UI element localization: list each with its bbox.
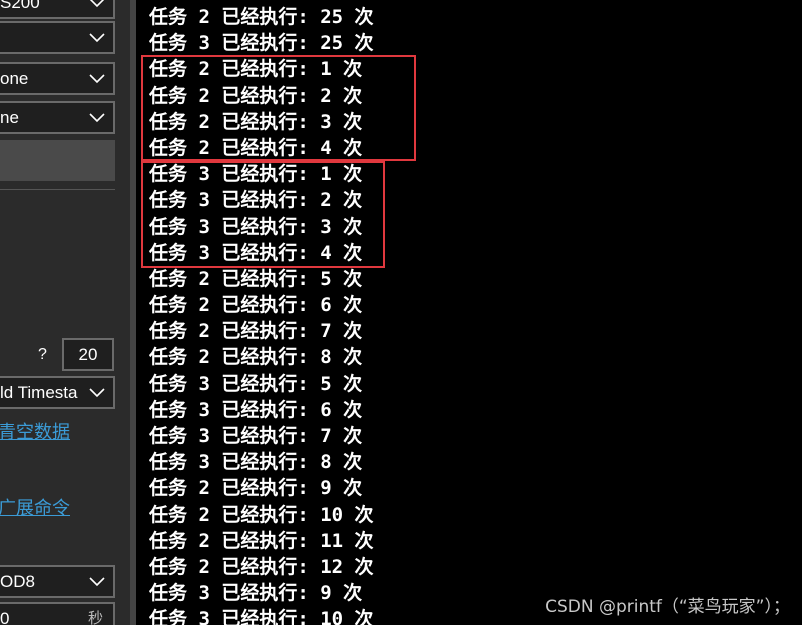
console-line: 任务 2 已经执行: 12 次 — [149, 555, 374, 578]
highlight-box-task3 — [141, 161, 385, 268]
timestamp-select[interactable]: ld Timesta — [0, 376, 115, 409]
timeout-input[interactable]: 0 秒 — [0, 602, 115, 625]
clear-data-link[interactable]: 青空数据 — [0, 418, 70, 444]
chevron-down-icon — [87, 378, 107, 407]
console-line: 任务 2 已经执行: 25 次 — [149, 6, 374, 28]
timeout-unit: 秒 — [87, 610, 103, 625]
interval-input[interactable]: 20 — [62, 338, 114, 371]
interval-label: ? — [38, 346, 47, 363]
console-line: 任务 3 已经执行: 5 次 — [149, 372, 363, 395]
stopbits-value: ne — [0, 108, 19, 127]
parity-value: one — [0, 69, 29, 88]
baudrate-value: S200 — [0, 0, 40, 12]
console-line: 任务 3 已经执行: 8 次 — [149, 451, 363, 474]
console-output[interactable]: 任务 2 已经执行: 25 次任务 3 已经执行: 25 次任务 2 已经执行:… — [136, 0, 802, 625]
timestamp-value: ld Timesta — [0, 383, 78, 402]
console-line: 任务 2 已经执行: 6 次 — [149, 294, 363, 317]
stopbits-select[interactable]: ne — [0, 101, 115, 134]
chevron-down-icon — [87, 23, 107, 52]
extension-commands-link[interactable]: 广展命令 — [0, 494, 70, 520]
console-line: 任务 2 已经执行: 10 次 — [149, 503, 374, 526]
chevron-down-icon — [87, 567, 107, 596]
console-line: 任务 3 已经执行: 7 次 — [149, 425, 363, 447]
console-line: 任务 3 已经执行: 9 次 — [149, 582, 363, 605]
console-line: 任务 3 已经执行: 6 次 — [149, 398, 363, 421]
baudrate-select[interactable]: S200 — [0, 0, 115, 19]
chevron-down-icon — [87, 64, 107, 93]
settings-panel: S200 one ne ? 20 ld Timesta 青空数据 广展命令 OD… — [0, 0, 130, 625]
console-line: 任务 2 已经执行: 7 次 — [149, 320, 363, 343]
chevron-down-icon — [87, 0, 107, 17]
watermark: CSDN @printf（“菜鸟玩家”）； — [545, 597, 790, 617]
console-line: 任务 3 已经执行: 10 次 — [149, 608, 374, 625]
timeout-value: 0 — [0, 609, 10, 625]
connect-button[interactable] — [0, 140, 115, 181]
encoding-select[interactable]: OD8 — [0, 565, 115, 598]
databits-select[interactable] — [0, 21, 115, 54]
divider — [0, 189, 115, 190]
console-line: 任务 3 已经执行: 25 次 — [149, 32, 374, 55]
console-line: 任务 2 已经执行: 11 次 — [149, 529, 374, 552]
parity-select[interactable]: one — [0, 62, 115, 95]
highlight-box-task2 — [141, 55, 416, 161]
console-line: 任务 2 已经执行: 5 次 — [149, 267, 363, 290]
chevron-down-icon — [87, 103, 107, 132]
console-line: 任务 2 已经执行: 8 次 — [149, 346, 363, 369]
encoding-value: OD8 — [0, 572, 35, 591]
console-line: 任务 2 已经执行: 9 次 — [149, 477, 363, 500]
